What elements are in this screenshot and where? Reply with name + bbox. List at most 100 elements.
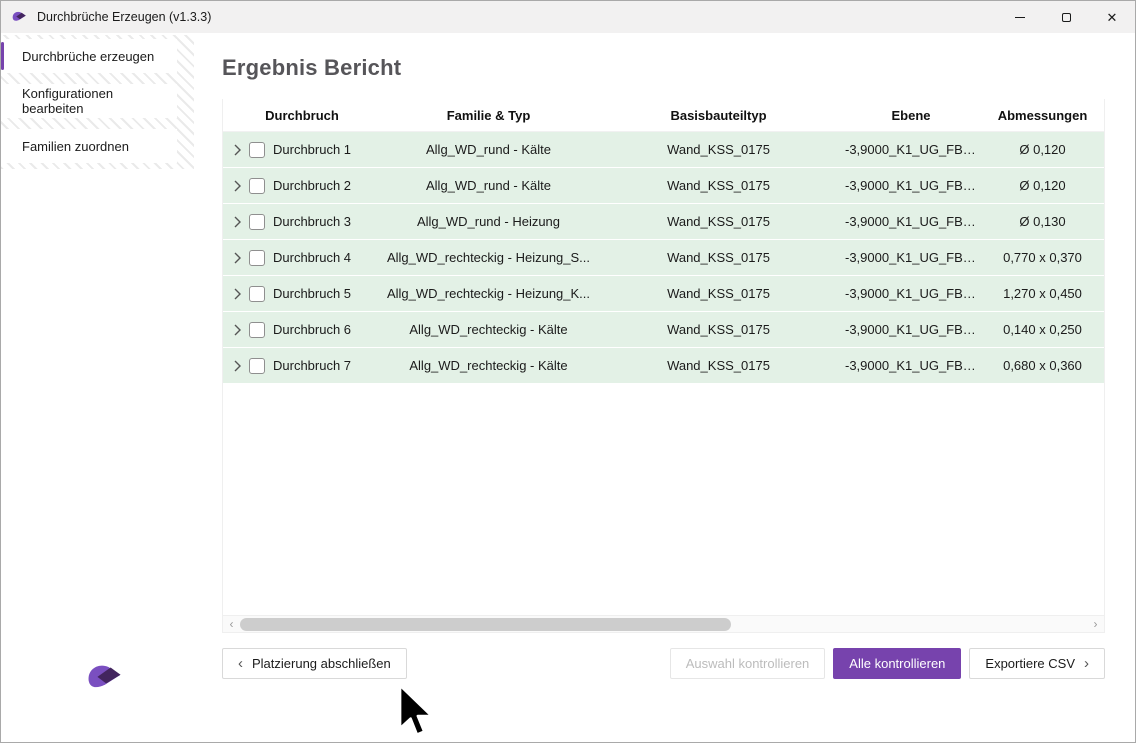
app-window: Durchbrüche Erzeugen (v1.3.3) ✕ Durchbrü… — [0, 0, 1136, 743]
row-expand-chevron-icon[interactable] — [233, 216, 241, 228]
sidebar-item-label: Durchbrüche erzeugen — [22, 49, 154, 64]
row-name: Durchbruch 1 — [273, 142, 351, 157]
table-body: Durchbruch 1 Allg_WD_rund - Kälte Wand_K… — [223, 132, 1104, 383]
export-csv-button[interactable]: Exportiere CSV › — [969, 648, 1105, 679]
table-row: Durchbruch 2 Allg_WD_rund - Kälte Wand_K… — [223, 168, 1104, 203]
row-dim: 0,680 x 0,360 — [981, 358, 1104, 373]
close-button[interactable]: ✕ — [1089, 1, 1135, 33]
row-checkbox[interactable] — [249, 142, 265, 158]
row-level: -3,9000_K1_UG_FBOK — [841, 214, 981, 229]
sidebar-item-konfigurationen-bearbeiten[interactable]: Konfigurationen bearbeiten — [1, 84, 177, 118]
row-level: -3,9000_K1_UG_FBOK — [841, 286, 981, 301]
row-level: -3,9000_K1_UG_FBOK — [841, 250, 981, 265]
table-row: Durchbruch 5 Allg_WD_rechteckig - Heizun… — [223, 276, 1104, 311]
row-family: Allg_WD_rund - Kälte — [381, 142, 596, 157]
export-csv-label: Exportiere CSV — [985, 656, 1075, 671]
row-expand-chevron-icon[interactable] — [233, 252, 241, 264]
finish-placement-label: Platzierung abschließen — [252, 656, 391, 671]
brand-logo-icon — [82, 656, 126, 700]
table-row: Durchbruch 4 Allg_WD_rechteckig - Heizun… — [223, 240, 1104, 275]
row-base: Wand_KSS_0175 — [596, 250, 841, 265]
finish-placement-button[interactable]: ‹ Platzierung abschließen — [222, 648, 407, 679]
row-name: Durchbruch 2 — [273, 178, 351, 193]
maximize-icon — [1062, 13, 1071, 22]
maximize-button[interactable] — [1043, 1, 1089, 33]
row-base: Wand_KSS_0175 — [596, 286, 841, 301]
check-selection-button[interactable]: Auswahl kontrollieren — [670, 648, 826, 679]
row-checkbox[interactable] — [249, 214, 265, 230]
chevron-left-icon: ‹ — [238, 656, 243, 671]
row-family: Allg_WD_rechteckig - Kälte — [381, 358, 596, 373]
row-base: Wand_KSS_0175 — [596, 322, 841, 337]
column-header-basisbauteiltyp: Basisbauteiltyp — [596, 108, 841, 123]
row-base: Wand_KSS_0175 — [596, 142, 841, 157]
sidebar-item-familien-zuordnen[interactable]: Familien zuordnen — [1, 129, 177, 163]
row-family: Allg_WD_rund - Kälte — [381, 178, 596, 193]
app-logo-icon — [10, 8, 28, 26]
row-dim: 0,140 x 0,250 — [981, 322, 1104, 337]
row-expand-chevron-icon[interactable] — [233, 360, 241, 372]
minimize-icon — [1015, 17, 1025, 18]
check-all-button[interactable]: Alle kontrollieren — [833, 648, 961, 679]
row-family: Allg_WD_rechteckig - Kälte — [381, 322, 596, 337]
row-family: Allg_WD_rechteckig - Heizung_K... — [381, 286, 596, 301]
scrollbar-thumb[interactable] — [240, 618, 731, 631]
row-name: Durchbruch 4 — [273, 250, 351, 265]
row-level: -3,9000_K1_UG_FBOK — [841, 178, 981, 193]
table-empty-area — [223, 384, 1104, 615]
row-expand-chevron-icon[interactable] — [233, 180, 241, 192]
column-header-durchbruch: Durchbruch — [223, 108, 381, 123]
row-name: Durchbruch 7 — [273, 358, 351, 373]
column-header-abmessungen: Abmessungen — [981, 108, 1104, 123]
row-checkbox[interactable] — [249, 358, 265, 374]
row-dim: Ø 0,120 — [981, 142, 1104, 157]
table-row: Durchbruch 6 Allg_WD_rechteckig - Kälte … — [223, 312, 1104, 347]
sidebar-item-durchbrueche-erzeugen[interactable]: Durchbrüche erzeugen — [1, 39, 177, 73]
window-title: Durchbrüche Erzeugen (v1.3.3) — [37, 10, 211, 24]
titlebar: Durchbrüche Erzeugen (v1.3.3) ✕ — [1, 1, 1135, 33]
row-dim: Ø 0,130 — [981, 214, 1104, 229]
row-level: -3,9000_K1_UG_FBOK — [841, 358, 981, 373]
row-name: Durchbruch 6 — [273, 322, 351, 337]
row-level: -3,9000_K1_UG_FBOK — [841, 322, 981, 337]
column-header-ebene: Ebene — [841, 108, 981, 123]
sidebar-item-label: Familien zuordnen — [22, 139, 129, 154]
footer-button-bar: ‹ Platzierung abschließen Auswahl kontro… — [222, 648, 1105, 679]
row-base: Wand_KSS_0175 — [596, 358, 841, 373]
row-name: Durchbruch 3 — [273, 214, 351, 229]
sidebar: Durchbrüche erzeugen Konfigurationen bea… — [1, 33, 194, 742]
table-header-row: Durchbruch Familie & Typ Basisbauteiltyp… — [223, 99, 1104, 132]
horizontal-scrollbar[interactable]: ‹ › — [223, 615, 1104, 632]
row-base: Wand_KSS_0175 — [596, 178, 841, 193]
sidebar-item-label: Konfigurationen bearbeiten — [22, 86, 177, 116]
row-checkbox[interactable] — [249, 322, 265, 338]
table-row: Durchbruch 1 Allg_WD_rund - Kälte Wand_K… — [223, 132, 1104, 167]
row-expand-chevron-icon[interactable] — [233, 288, 241, 300]
table-row: Durchbruch 7 Allg_WD_rechteckig - Kälte … — [223, 348, 1104, 383]
row-level: -3,9000_K1_UG_FBOK — [841, 142, 981, 157]
scroll-left-arrow-icon[interactable]: ‹ — [223, 616, 240, 633]
check-selection-label: Auswahl kontrollieren — [686, 656, 810, 671]
row-family: Allg_WD_rund - Heizung — [381, 214, 596, 229]
chevron-right-icon: › — [1084, 656, 1089, 671]
page-title: Ergebnis Bericht — [222, 55, 1103, 81]
row-family: Allg_WD_rechteckig - Heizung_S... — [381, 250, 596, 265]
scroll-right-arrow-icon[interactable]: › — [1087, 616, 1104, 633]
scrollbar-track[interactable] — [240, 616, 1087, 633]
row-expand-chevron-icon[interactable] — [233, 144, 241, 156]
row-dim: Ø 0,120 — [981, 178, 1104, 193]
table-row: Durchbruch 3 Allg_WD_rund - Heizung Wand… — [223, 204, 1104, 239]
check-all-label: Alle kontrollieren — [849, 656, 945, 671]
results-table: Durchbruch Familie & Typ Basisbauteiltyp… — [222, 99, 1105, 633]
row-checkbox[interactable] — [249, 178, 265, 194]
column-header-familie-typ: Familie & Typ — [381, 108, 596, 123]
main-content: Ergebnis Bericht Durchbruch Familie & Ty… — [194, 33, 1135, 742]
row-checkbox[interactable] — [249, 286, 265, 302]
close-icon: ✕ — [1107, 11, 1118, 24]
minimize-button[interactable] — [997, 1, 1043, 33]
row-base: Wand_KSS_0175 — [596, 214, 841, 229]
row-checkbox[interactable] — [249, 250, 265, 266]
row-name: Durchbruch 5 — [273, 286, 351, 301]
row-dim: 1,270 x 0,450 — [981, 286, 1104, 301]
row-expand-chevron-icon[interactable] — [233, 324, 241, 336]
